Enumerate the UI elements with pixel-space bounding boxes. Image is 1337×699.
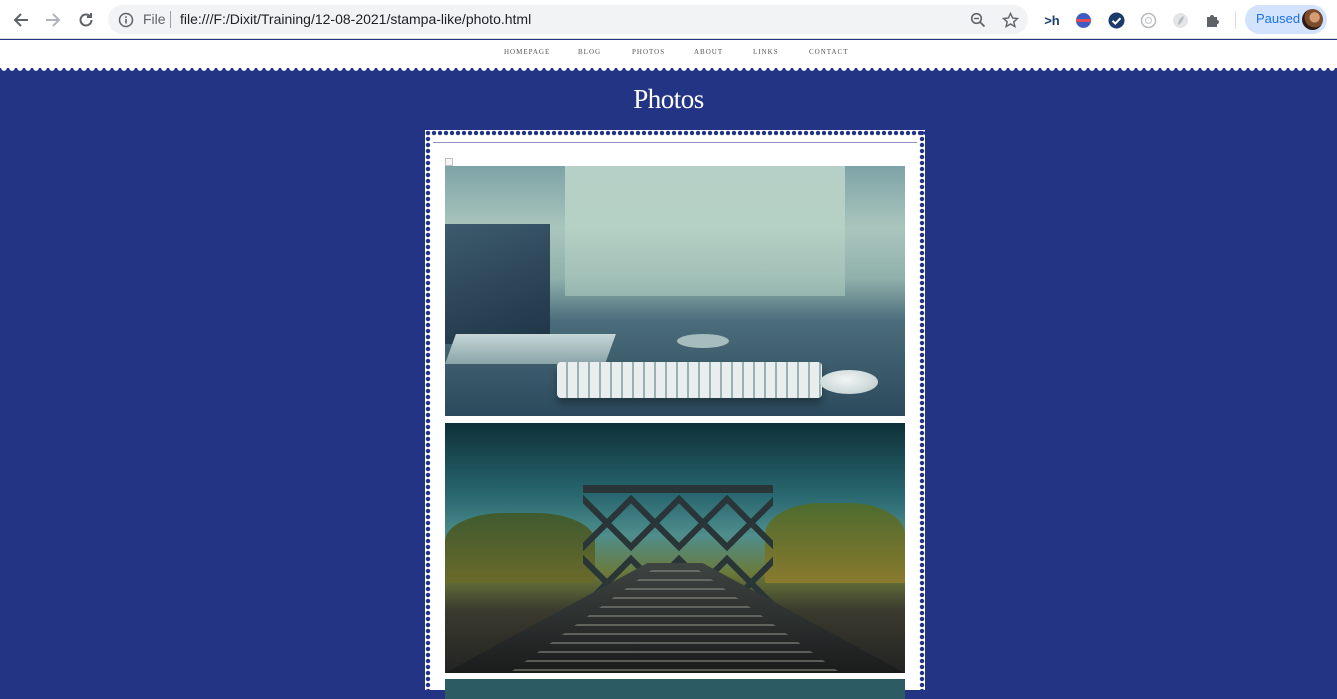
- back-button[interactable]: [9, 8, 33, 32]
- photo-cup: [677, 334, 729, 348]
- check-extension-icon[interactable]: [1106, 10, 1126, 30]
- url-text[interactable]: file:///F:/Dixit/Training/12-08-2021/sta…: [180, 11, 531, 27]
- forward-button[interactable]: [41, 8, 65, 32]
- omnibox-divider: [170, 11, 171, 28]
- photo-trees-left: [445, 513, 595, 583]
- nav-contact-link[interactable]: CONTACT: [809, 48, 849, 56]
- photo-third[interactable]: [445, 679, 905, 699]
- card-perforation-right: [919, 130, 925, 690]
- leaf-extension-icon[interactable]: [1170, 10, 1190, 30]
- photo-mouse: [820, 370, 878, 394]
- card-perforation-top: [425, 130, 925, 136]
- back-arrow-icon: [13, 13, 28, 27]
- circle-extension-icon[interactable]: [1138, 10, 1158, 30]
- profile-button[interactable]: Paused: [1245, 5, 1327, 34]
- scheme-label: File: [143, 11, 166, 27]
- forward-arrow-icon: [46, 13, 61, 27]
- nav-homepage-link[interactable]: HOMEPAGE: [504, 48, 550, 56]
- nav-about-link[interactable]: ABOUT: [694, 48, 723, 56]
- photo-laptop-base: [445, 334, 616, 364]
- h-extension-icon[interactable]: >h: [1042, 10, 1062, 30]
- address-bar[interactable]: File file:///F:/Dixit/Training/12-08-202…: [108, 5, 1028, 34]
- globe-extension-icon[interactable]: [1073, 10, 1093, 30]
- zoom-icon[interactable]: [969, 11, 987, 29]
- nav-blog-link[interactable]: BLOG: [578, 48, 601, 56]
- photo-keyboard: [557, 362, 822, 398]
- profile-status: Paused: [1256, 11, 1301, 26]
- photo-bridge[interactable]: [445, 423, 905, 673]
- info-icon[interactable]: [118, 12, 134, 28]
- nav-links-link[interactable]: LINKS: [753, 48, 779, 56]
- page-title: Photos: [633, 84, 704, 114]
- puzzle-icon[interactable]: [1202, 10, 1222, 30]
- nav-photos-link[interactable]: PHOTOS: [632, 48, 665, 56]
- toolbar-divider: [1235, 11, 1236, 29]
- reload-icon: [79, 13, 93, 27]
- card-perforation-left: [425, 130, 431, 690]
- card-divider: [433, 142, 917, 143]
- photo-desk[interactable]: [445, 166, 905, 416]
- bookmark-star-icon[interactable]: [1001, 11, 1019, 29]
- photo-laptop-screen: [445, 224, 550, 344]
- photo-window-light: [565, 166, 845, 296]
- stamp-perforation-border: [0, 64, 1337, 72]
- photo-trees-right: [765, 503, 905, 583]
- browser-toolbar: File file:///F:/Dixit/Training/12-08-202…: [0, 0, 1337, 39]
- broken-image-icon: [445, 158, 453, 166]
- avatar: [1302, 9, 1323, 30]
- reload-button[interactable]: [74, 8, 98, 32]
